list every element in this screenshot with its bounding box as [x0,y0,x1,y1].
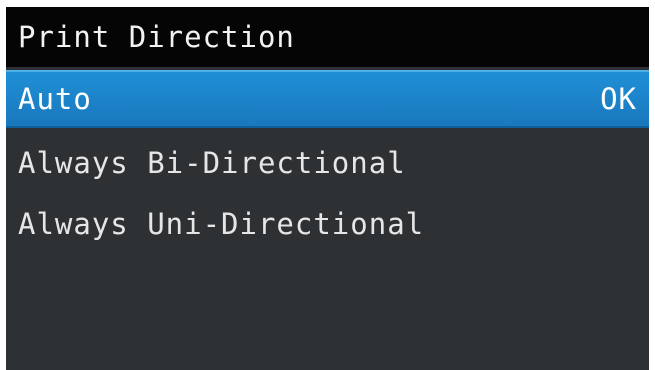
menu-item-label: Auto [18,82,92,116]
ok-indicator: OK [600,82,637,116]
menu-item-always-bi-directional[interactable]: Always Bi-Directional [6,134,649,192]
menu-item-always-uni-directional[interactable]: Always Uni-Directional [6,195,649,253]
title-bar: Print Direction [6,7,649,67]
screen-title: Print Direction [18,20,295,54]
menu-item-label: Always Bi-Directional [18,146,406,180]
menu-item-auto[interactable]: Auto OK [6,70,649,128]
lcd-screen: Print Direction Auto OK Always Bi-Direct… [6,7,649,370]
menu-item-label: Always Uni-Directional [18,207,425,241]
